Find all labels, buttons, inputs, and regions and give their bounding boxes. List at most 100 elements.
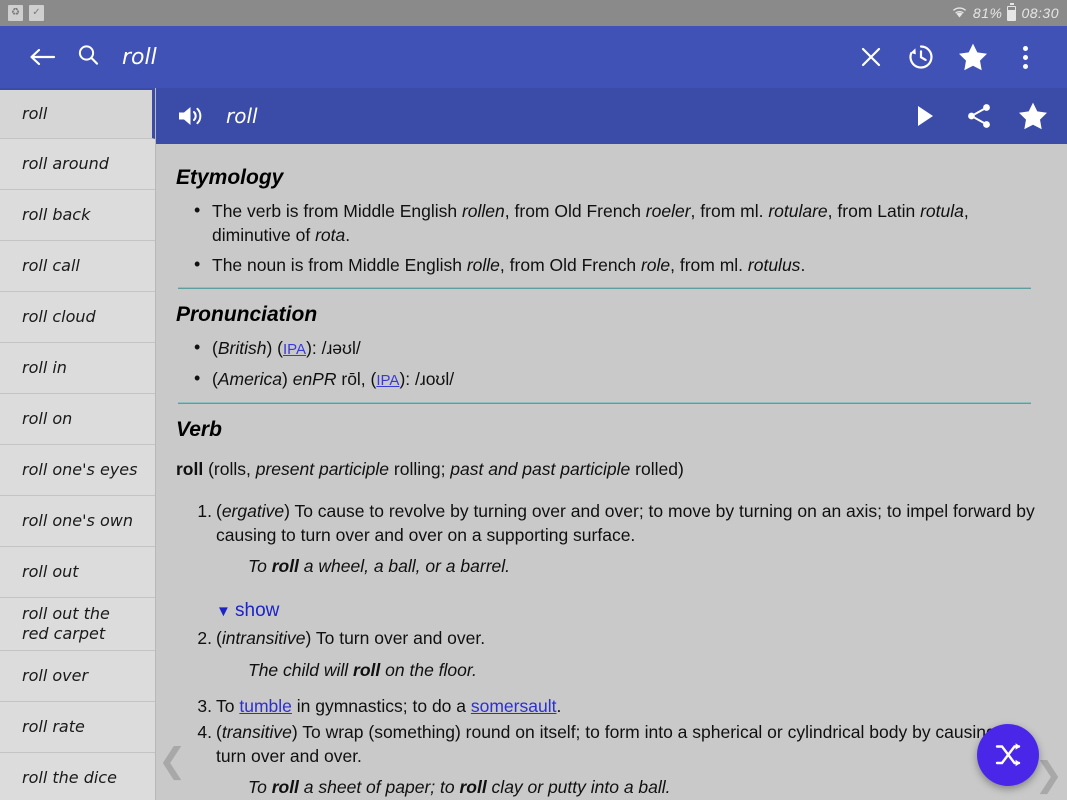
text-run: ) To wrap (something) round on itself; t… bbox=[216, 721, 1016, 767]
etymology-heading: Etymology bbox=[176, 166, 284, 189]
star-icon[interactable] bbox=[1013, 94, 1053, 138]
text-run: . bbox=[556, 695, 562, 716]
italic-text: rotulus bbox=[747, 255, 801, 276]
article-content[interactable]: Etymology The verb is from Middle Englis… bbox=[156, 144, 1067, 800]
bullet-item: (America) enPR rōl, (IPA): /ɹoʊl/ bbox=[170, 366, 1039, 392]
text-run: ): /ɹoʊl/ bbox=[399, 369, 455, 390]
bold-text: roll bbox=[176, 458, 204, 479]
sidebar-item-label: roll out bbox=[22, 562, 79, 581]
text-run: , from ml. bbox=[690, 200, 769, 221]
text-run: . bbox=[800, 255, 806, 276]
sidebar-item-label: roll out the red carpet bbox=[22, 604, 110, 643]
sidebar-item[interactable]: roll one's eyes bbox=[0, 445, 155, 496]
workspace: roll roll around roll back roll call roll cl… bbox=[0, 88, 1067, 800]
italic-text: British bbox=[217, 338, 267, 359]
back-arrow-icon[interactable] bbox=[18, 33, 66, 81]
text-run: in gymnastics; to do a bbox=[291, 695, 471, 716]
sidebar-item[interactable]: roll bbox=[0, 88, 155, 139]
definition-example: The child will roll on the floor. bbox=[248, 658, 1039, 682]
text-run: To bbox=[216, 695, 240, 716]
bold-text: roll bbox=[271, 777, 299, 798]
close-icon[interactable] bbox=[845, 33, 897, 81]
italic-text: clay or putty into a ball. bbox=[486, 777, 671, 798]
italic-text: intransitive bbox=[221, 628, 306, 649]
sidebar-item-label: roll one's own bbox=[22, 511, 133, 530]
play-icon[interactable] bbox=[905, 94, 945, 138]
definition-item: 1. (ergative) To cause to revolve by turn… bbox=[170, 499, 1039, 578]
sidebar-item[interactable]: roll around bbox=[0, 139, 155, 190]
sidebar-item[interactable]: roll one's own bbox=[0, 496, 155, 547]
italic-text: transitive bbox=[221, 721, 292, 742]
italic-text: To bbox=[248, 777, 272, 798]
search-icon bbox=[76, 43, 100, 72]
status-notifications: ♻ ✓ bbox=[8, 5, 44, 21]
sidebar-item[interactable]: roll over bbox=[0, 651, 155, 702]
definition-example: To roll a wheel, a ball, or a barrel. bbox=[248, 554, 1039, 578]
inline-link[interactable]: tumble bbox=[239, 696, 292, 716]
sidebar-item[interactable]: roll out bbox=[0, 547, 155, 598]
chevron-left-icon[interactable]: ❮ bbox=[158, 744, 187, 778]
definition-example: To roll a sheet of paper; to roll clay o… bbox=[248, 775, 1039, 799]
sidebar-item[interactable]: roll out the red carpet bbox=[0, 598, 155, 651]
recycle-notification-icon: ♻ bbox=[8, 5, 23, 21]
history-icon[interactable] bbox=[897, 33, 945, 81]
article-column: roll Etymology • The verb is from Middle… bbox=[156, 88, 1067, 800]
sidebar-item[interactable]: roll cloud bbox=[0, 292, 155, 343]
top-app-bar: roll bbox=[0, 26, 1067, 88]
sidebar-item[interactable]: roll in bbox=[0, 343, 155, 394]
definition-item: 4. (transitive) To wrap (something) round… bbox=[170, 720, 1039, 799]
text-run: rōl, ( bbox=[336, 369, 377, 390]
battery-percent-label: 81% bbox=[972, 5, 1003, 21]
sidebar-item-label: roll the dice bbox=[22, 768, 117, 787]
inline-link[interactable]: IPA bbox=[376, 372, 399, 389]
inline-link[interactable]: somersault bbox=[471, 696, 557, 716]
sidebar-item[interactable]: roll call bbox=[0, 241, 155, 292]
search-input[interactable]: roll bbox=[122, 45, 157, 70]
sidebar-item[interactable]: roll the dice bbox=[0, 753, 155, 800]
sidebar-item-label: roll over bbox=[22, 666, 89, 685]
speaker-icon[interactable] bbox=[170, 94, 210, 138]
status-indicators: 81% 08:30 bbox=[951, 2, 1059, 22]
definition-text: (ergative) To cause to revolve by turnin… bbox=[216, 501, 1035, 545]
wifi-icon bbox=[951, 4, 968, 22]
sidebar-item-label: roll call bbox=[22, 256, 80, 275]
text-run: , from Old French bbox=[504, 200, 646, 221]
bold-text: roll bbox=[459, 777, 487, 798]
definition-number: 4. bbox=[197, 721, 212, 742]
section-divider bbox=[178, 287, 1031, 290]
show-more-toggle[interactable]: ▼ show bbox=[216, 598, 279, 624]
bold-text: roll bbox=[271, 556, 299, 577]
sidebar-item-label: roll on bbox=[22, 409, 73, 428]
italic-text: The child will bbox=[248, 659, 354, 680]
chevron-right-icon[interactable]: ❯ bbox=[1035, 758, 1064, 792]
italic-text: role bbox=[640, 255, 671, 276]
italic-text: rolle bbox=[466, 255, 500, 276]
italic-text: past and past participle bbox=[450, 458, 631, 479]
italic-text: a sheet of paper; to bbox=[298, 777, 460, 798]
word-list-sidebar[interactable]: roll roll around roll back roll call roll cl… bbox=[0, 88, 156, 800]
etymology-list: The verb is from Middle English rollen, … bbox=[170, 198, 1039, 277]
pronunciation-list: (British) (IPA): /ɹəʊl/ (America) enPR rō… bbox=[170, 335, 1039, 392]
search-field[interactable]: roll bbox=[76, 33, 845, 81]
italic-text: present participle bbox=[255, 458, 390, 479]
verb-definition-list: 1. (ergative) To cause to revolve by turn… bbox=[170, 499, 1039, 800]
show-more-label: show bbox=[235, 600, 280, 622]
bullet-item: The noun is from Middle English rolle , f… bbox=[170, 252, 1039, 277]
text-run: , from ml. bbox=[670, 255, 748, 276]
article-actions bbox=[905, 94, 1053, 138]
star-icon[interactable] bbox=[949, 33, 997, 81]
inline-link[interactable]: IPA bbox=[283, 341, 306, 358]
definition-text: (intransitive) To turn over and over. bbox=[216, 628, 485, 648]
more-vertical-icon[interactable] bbox=[1001, 33, 1049, 81]
text-run: The noun is from Middle English bbox=[212, 255, 467, 276]
checkmark-notification-icon: ✓ bbox=[29, 5, 44, 21]
italic-text: a wheel, a ball, or a barrel. bbox=[298, 556, 511, 577]
sidebar-item[interactable]: roll on bbox=[0, 394, 155, 445]
sidebar-item[interactable]: roll back bbox=[0, 190, 155, 241]
text-run: (rolls, bbox=[203, 458, 256, 479]
share-icon[interactable] bbox=[959, 94, 999, 138]
shuffle-random-button[interactable] bbox=[977, 724, 1039, 786]
verb-headword: roll (rolls, present participle rolling;… bbox=[176, 457, 1039, 481]
sidebar-item[interactable]: roll rate bbox=[0, 702, 155, 753]
clock-label: 08:30 bbox=[1021, 5, 1059, 21]
